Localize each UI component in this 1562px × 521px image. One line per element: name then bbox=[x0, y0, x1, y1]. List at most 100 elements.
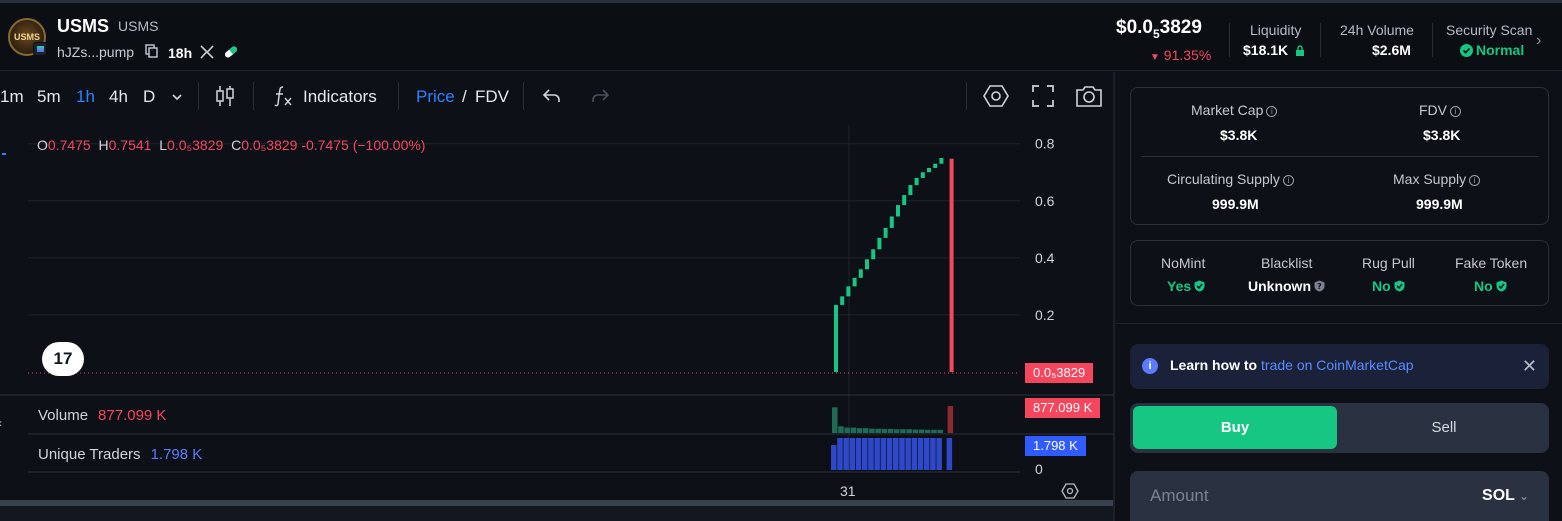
volume-bar bbox=[875, 428, 881, 433]
header-separator bbox=[1432, 23, 1433, 57]
security-scan-label[interactable]: Security Scan bbox=[1446, 22, 1532, 38]
volume-bar bbox=[856, 428, 863, 433]
shield-check-icon bbox=[1496, 280, 1507, 292]
camera-icon[interactable] bbox=[1075, 84, 1103, 108]
ohlc-open: 0.7475 bbox=[47, 137, 91, 153]
y-tick-label: 0.8 bbox=[1035, 136, 1055, 152]
timeframe-d[interactable]: D bbox=[143, 87, 155, 107]
fdv-toggle[interactable]: FDV bbox=[475, 87, 509, 107]
x-social-off-icon[interactable] bbox=[199, 44, 215, 60]
candle bbox=[914, 177, 919, 186]
solana-chain-icon bbox=[33, 42, 47, 56]
circulating-supply-value: 999.9M bbox=[1212, 196, 1259, 212]
max-supply-label: Max Supply i bbox=[1393, 171, 1481, 187]
buy-tab[interactable]: Buy bbox=[1133, 406, 1337, 449]
caret-down-icon: ▼ bbox=[1150, 52, 1160, 63]
traders-bar bbox=[831, 445, 837, 470]
timeframe-4h[interactable]: 4h bbox=[109, 87, 128, 107]
ohlc-open-label: O bbox=[37, 137, 48, 153]
traders-tag: 1.798 K bbox=[1025, 436, 1086, 456]
pill-icon[interactable] bbox=[223, 45, 239, 59]
card-separator bbox=[1141, 156, 1539, 157]
currency-selector[interactable]: SOL ⌄ bbox=[1482, 487, 1529, 505]
candle bbox=[846, 286, 851, 297]
traders-bar bbox=[880, 438, 887, 470]
nomint-value: Yes bbox=[1167, 278, 1205, 294]
traders-bar bbox=[917, 438, 924, 470]
shield-check-icon bbox=[1394, 280, 1405, 292]
traders-bar bbox=[862, 438, 868, 470]
volume-series bbox=[832, 406, 954, 433]
info-icon[interactable]: i bbox=[1266, 106, 1278, 117]
blacklist-text: Unknown bbox=[1248, 278, 1311, 294]
candle bbox=[871, 249, 876, 260]
settings-hex-icon[interactable] bbox=[983, 84, 1009, 108]
volume-bar bbox=[900, 429, 906, 433]
candles-icon[interactable] bbox=[214, 84, 236, 108]
sell-tab[interactable]: Sell bbox=[1342, 406, 1546, 449]
fdv-value: $3.8K bbox=[1423, 127, 1461, 143]
toolbar-separator bbox=[198, 82, 199, 110]
traders-label: Unique Traders bbox=[38, 446, 141, 463]
function-icon[interactable] bbox=[272, 84, 294, 108]
timeframe-1h[interactable]: 1h bbox=[76, 87, 95, 107]
copy-icon[interactable] bbox=[145, 44, 158, 58]
token-address[interactable]: hJZs...pump bbox=[57, 44, 134, 60]
security-scan-value[interactable]: Normal bbox=[1460, 42, 1524, 58]
learn-link[interactable]: trade on CoinMarketCap bbox=[1261, 357, 1414, 373]
fullscreen-icon[interactable] bbox=[1032, 85, 1054, 107]
traders-bar bbox=[905, 438, 911, 470]
redo-icon[interactable] bbox=[590, 88, 610, 104]
candle bbox=[939, 157, 944, 164]
chart-toolbar: 1m 5m 1h 4h D Indicators Price / FDV bbox=[0, 72, 1113, 120]
learn-prefix: Learn how to bbox=[1170, 357, 1258, 373]
timeframe-5m[interactable]: 5m bbox=[37, 87, 61, 107]
traders-value: 1.798 K bbox=[150, 446, 203, 463]
amount-input[interactable] bbox=[1150, 483, 1450, 509]
chart-canvas[interactable]: 0.8 0.6 0.4 0.2 bbox=[0, 120, 1113, 501]
traders-bar bbox=[843, 438, 849, 470]
drawing-tools-strip[interactable]: ‹ bbox=[0, 120, 8, 501]
indicators-button[interactable]: Indicators bbox=[303, 87, 377, 107]
max-supply-value: 999.9M bbox=[1416, 196, 1463, 212]
y-tick-label: 0.6 bbox=[1035, 193, 1055, 209]
info-icon[interactable]: i bbox=[1469, 175, 1481, 186]
volume-value: $2.6M bbox=[1372, 42, 1411, 58]
candles-series bbox=[834, 157, 954, 372]
collapse-tools-icon[interactable]: ‹ bbox=[0, 416, 2, 430]
undo-icon[interactable] bbox=[542, 88, 562, 104]
fdv-label: FDV i bbox=[1419, 102, 1461, 118]
close-icon[interactable]: ✕ bbox=[1522, 356, 1537, 377]
traders-bar bbox=[849, 438, 856, 470]
ohlc-high: 0.7541 bbox=[108, 137, 152, 153]
volume-bar bbox=[881, 428, 888, 433]
liquidity-value: $18.1K bbox=[1243, 42, 1305, 58]
chevron-right-icon[interactable]: › bbox=[1536, 32, 1541, 50]
price-chart[interactable]: 0.80.60.40.2 ‹ O0.7475 H0.7541 L0.0₅3829… bbox=[0, 120, 1113, 501]
axis-settings-icon[interactable] bbox=[1061, 483, 1079, 499]
volume-bar bbox=[887, 428, 894, 433]
candle bbox=[920, 172, 925, 178]
check-shield-icon bbox=[1460, 44, 1473, 57]
liquidity-label: Liquidity bbox=[1250, 22, 1302, 38]
timeframe-1m[interactable]: 1m bbox=[0, 87, 24, 107]
toolbar-separator bbox=[398, 82, 399, 110]
candle bbox=[896, 205, 900, 217]
chevron-down-icon[interactable] bbox=[170, 90, 184, 104]
candle bbox=[834, 304, 838, 372]
traders-pane-label: Unique Traders 1.798 K bbox=[38, 446, 202, 463]
currency-label: SOL bbox=[1482, 487, 1515, 504]
candle bbox=[865, 259, 869, 270]
rug-pull-text: No bbox=[1372, 278, 1391, 294]
last-price-tag: 0.0₅3829 bbox=[1025, 363, 1094, 383]
price-toggle[interactable]: Price bbox=[416, 87, 455, 107]
candle bbox=[908, 185, 913, 196]
volume-tag: 877.099 K bbox=[1025, 398, 1101, 418]
y-tick-label: 0.4 bbox=[1035, 250, 1055, 266]
price-change-value: 91.35% bbox=[1163, 47, 1212, 63]
volume-value: 877.099 K bbox=[98, 407, 167, 424]
volume-bar bbox=[863, 428, 869, 433]
info-icon[interactable]: i bbox=[1450, 106, 1461, 117]
tradingview-logo[interactable]: 17 bbox=[42, 342, 84, 376]
info-icon[interactable]: i bbox=[1282, 175, 1294, 186]
